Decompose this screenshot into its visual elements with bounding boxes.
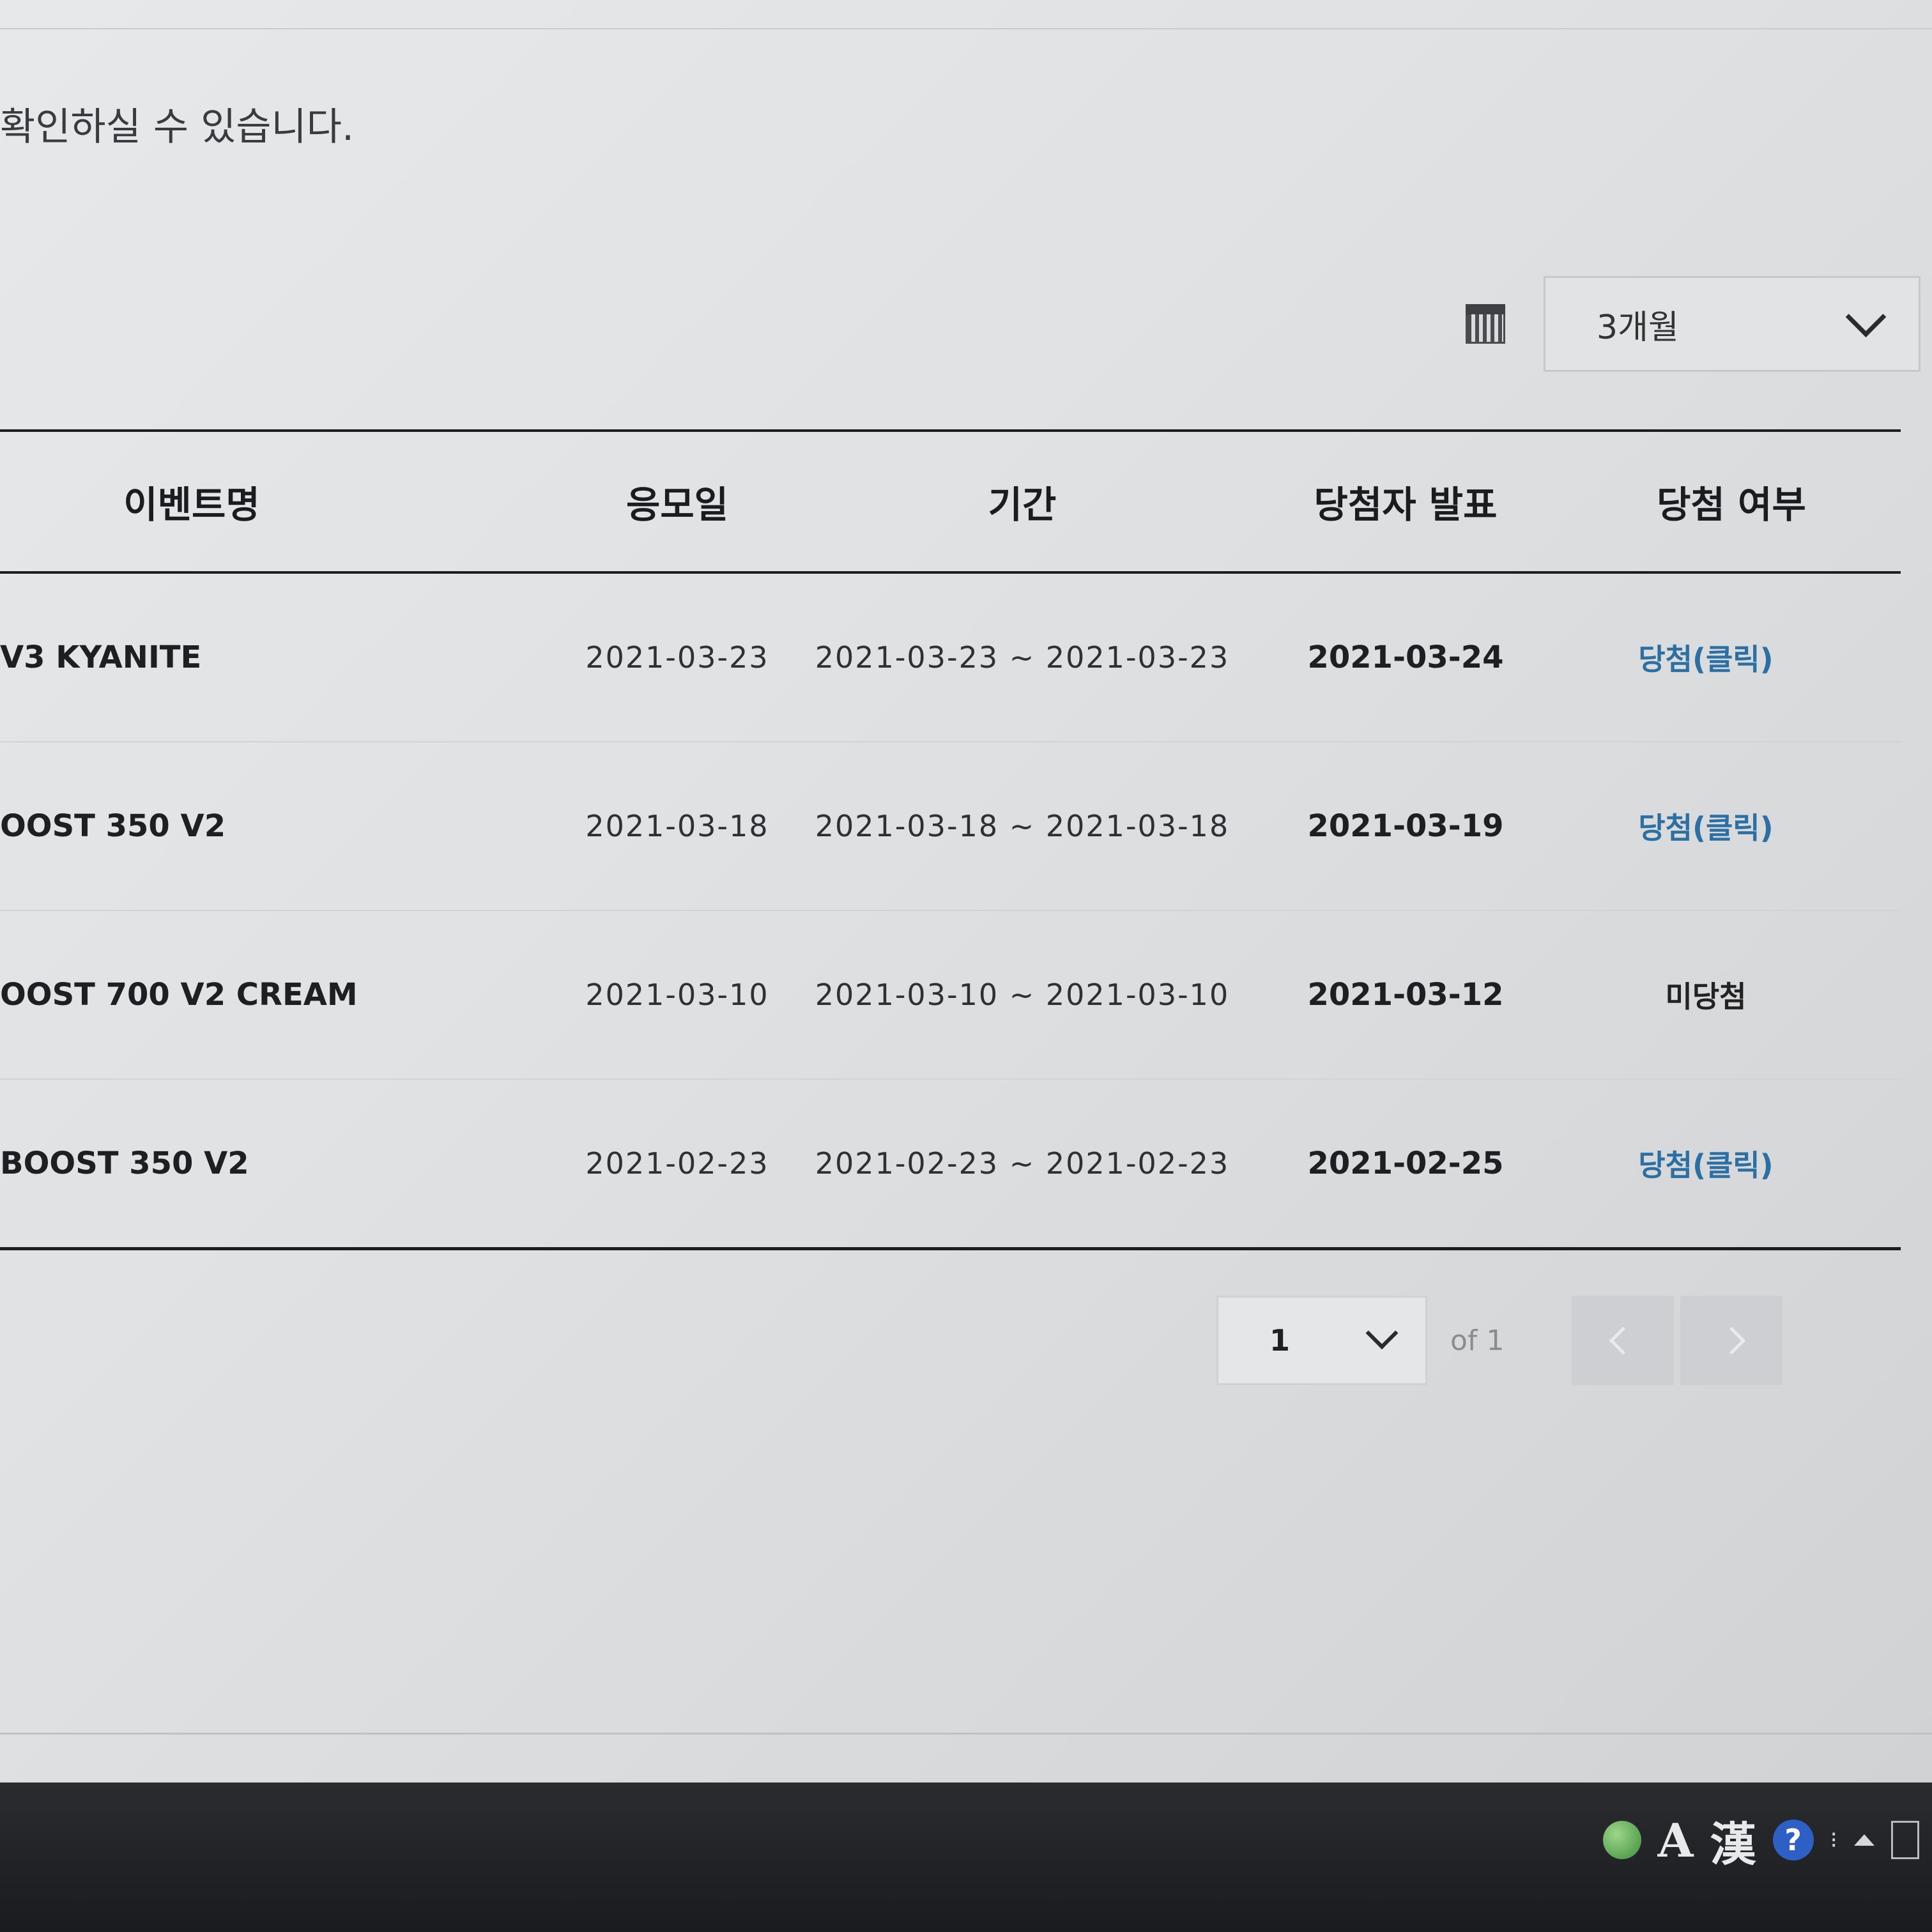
table-row: OOST 350 V2 2021-03-18 2021-03-18 ~ 2021…: [0, 742, 1901, 911]
win-result-link[interactable]: 당첨(클릭): [1638, 636, 1773, 678]
apply-date: 2021-03-23: [585, 640, 769, 675]
period-select-value: 3개월: [1597, 308, 1679, 347]
chevron-right-icon: [1717, 1326, 1745, 1354]
table-header: 이벤트명 응모일 기간 당첨자 발표 당첨 여부: [0, 429, 1901, 574]
system-tray: A 漢 ? ⁝: [1602, 1807, 1932, 1874]
announce-date: 2021-03-24: [1307, 640, 1504, 675]
event-name: OOST 700 V2 CREAM: [0, 977, 358, 1013]
page-bottom-divider: [0, 1733, 1932, 1735]
top-divider: [0, 28, 1932, 29]
header-event-name: 이벤트명: [123, 483, 260, 526]
network-globe-icon[interactable]: [1602, 1821, 1641, 1859]
result-cell: 당첨(클릭): [1572, 742, 1840, 910]
header-announce: 당첨자 발표: [1314, 483, 1498, 526]
header-period: 기간: [988, 483, 1057, 526]
prev-page-button[interactable]: [1572, 1296, 1674, 1385]
table-row: V3 KYANITE 2021-03-23 2021-03-23 ~ 2021-…: [0, 574, 1901, 742]
event-name: V3 KYANITE: [0, 640, 202, 675]
event-period: 2021-03-23 ~ 2021-03-23: [815, 640, 1230, 675]
period-select[interactable]: 3개월: [1544, 276, 1920, 372]
event-period: 2021-02-23 ~ 2021-02-23: [815, 1146, 1230, 1181]
chevron-down-icon: [1365, 1317, 1399, 1350]
announce-date: 2021-03-12: [1307, 977, 1504, 1013]
win-result-link[interactable]: 당첨(클릭): [1638, 805, 1773, 847]
input-mode-a[interactable]: A: [1658, 1813, 1694, 1867]
apply-date: 2021-02-23: [585, 1146, 769, 1181]
result-cell: 미당첨: [1572, 911, 1840, 1078]
header-result: 당첨 여부: [1657, 483, 1806, 526]
notice-text: 확인하실 수 있습니다.: [0, 105, 355, 150]
ime-options-icon[interactable]: ⁝: [1830, 1827, 1837, 1853]
event-period: 2021-03-10 ~ 2021-03-10: [815, 977, 1230, 1012]
apply-date: 2021-03-18: [585, 809, 769, 843]
event-period: 2021-03-18 ~ 2021-03-18: [815, 809, 1230, 843]
table-row: BOOST 350 V2 2021-02-23 2021-02-23 ~ 202…: [0, 1080, 1901, 1250]
next-page-button[interactable]: [1680, 1296, 1782, 1385]
event-table: 이벤트명 응모일 기간 당첨자 발표 당첨 여부 V3 KYANITE 2021…: [0, 429, 1901, 1250]
event-name: OOST 350 V2: [0, 808, 226, 844]
pagination: 1 of 1: [1216, 1296, 1782, 1385]
header-apply-date: 응모일: [625, 483, 729, 526]
chevron-down-icon: [1845, 296, 1887, 337]
page-select-value: 1: [1269, 1323, 1291, 1358]
result-cell: 당첨(클릭): [1572, 574, 1840, 741]
event-history-page: 확인하실 수 있습니다. 3개월 이벤트명 응모일 기간 당첨자 발표 당첨 여…: [0, 0, 1932, 1776]
action-center-icon[interactable]: [1891, 1821, 1919, 1859]
announce-date: 2021-03-19: [1307, 808, 1504, 844]
announce-date: 2021-02-25: [1307, 1146, 1504, 1181]
apply-date: 2021-03-10: [585, 977, 769, 1012]
chevron-left-icon: [1609, 1326, 1637, 1354]
page-total: of 1: [1450, 1324, 1505, 1357]
event-name: BOOST 350 V2: [0, 1146, 249, 1181]
input-mode-hanja[interactable]: 漢: [1710, 1807, 1756, 1874]
lose-result-text: 미당첨: [1665, 979, 1747, 1014]
table-body: V3 KYANITE 2021-03-23 2021-03-23 ~ 2021-…: [0, 574, 1901, 1250]
win-result-link[interactable]: 당첨(클릭): [1638, 1142, 1773, 1184]
table-row: OOST 700 V2 CREAM 2021-03-10 2021-03-10 …: [0, 911, 1901, 1080]
calendar-icon[interactable]: [1466, 304, 1505, 344]
result-cell: 당첨(클릭): [1572, 1080, 1840, 1247]
page-select[interactable]: 1: [1216, 1296, 1427, 1385]
show-hidden-icons-icon[interactable]: [1854, 1834, 1874, 1846]
help-icon[interactable]: ?: [1772, 1820, 1814, 1860]
period-filter: 3개월: [1466, 276, 1920, 372]
